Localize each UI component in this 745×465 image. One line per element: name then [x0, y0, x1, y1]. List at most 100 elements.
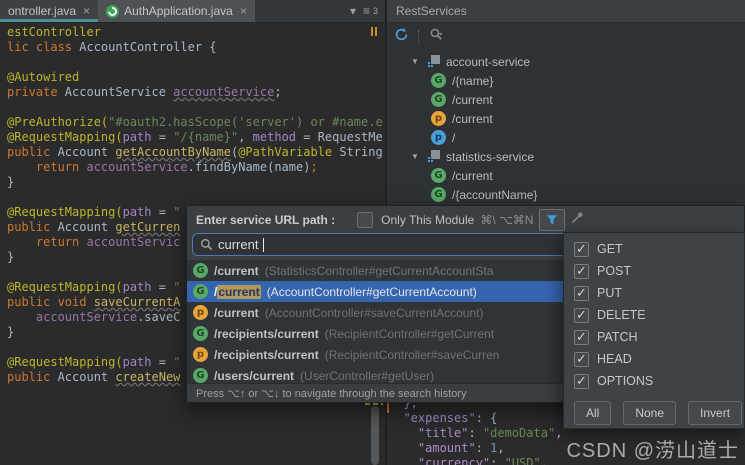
tree-item[interactable]: G/current: [387, 166, 745, 185]
code-line: @Autowired: [7, 70, 383, 85]
checkbox-icon[interactable]: ✓: [574, 329, 589, 345]
json-editor[interactable]: }, "expenses": { "title": "demoData", "a…: [389, 396, 562, 465]
code-line: "currency": "USD",: [389, 456, 562, 465]
post-method-icon: p: [431, 111, 446, 126]
get-method-icon: G: [193, 326, 208, 341]
filter-method-options[interactable]: ✓ OPTIONS: [564, 370, 744, 392]
ide-window: ontroller.java × AuthApplication.java × …: [0, 0, 745, 465]
code-line: @RequestMapping(path = "/{name}", method…: [7, 130, 383, 145]
code-token: String n: [339, 145, 383, 159]
checkbox-icon[interactable]: ✓: [574, 241, 589, 257]
tabbar-extras: ▾ ≡ 3: [350, 0, 385, 22]
code-token: path: [122, 130, 152, 144]
result-detail: (AccountController#saveCurrentAccount): [264, 305, 484, 320]
filter-method-post[interactable]: ✓ POST: [564, 260, 744, 282]
code-token: public: [7, 145, 58, 159]
tree-item[interactable]: p/current: [387, 109, 745, 128]
code-token: accountService: [86, 160, 188, 174]
filter-method-get[interactable]: ✓ GET: [564, 238, 744, 260]
code-token: ,: [497, 441, 505, 455]
result-path: /current: [214, 263, 259, 278]
tree-item[interactable]: G /{accountName}: [387, 185, 745, 204]
code-token: ": [173, 205, 181, 219]
tab-authapplication[interactable]: AuthApplication.java ×: [98, 0, 255, 22]
tab-label: ontroller.java: [8, 4, 77, 18]
checkbox-icon[interactable]: ✓: [574, 263, 589, 279]
method-filter-button[interactable]: [539, 208, 566, 231]
funnel-icon: [547, 214, 558, 224]
code-token: public: [7, 370, 58, 384]
checkbox-icon[interactable]: ✓: [574, 351, 589, 367]
chevron-expanded-icon[interactable]: ▼: [409, 152, 421, 161]
shortcut-hint: ⌘\ ⌥⌘N: [480, 212, 534, 227]
code-token: AccountService: [64, 85, 174, 99]
tab-accountcontroller[interactable]: ontroller.java ×: [0, 0, 99, 22]
search-input[interactable]: current: [192, 233, 619, 256]
checkbox-icon[interactable]: ✓: [574, 285, 589, 301]
filter-method-label: HEAD: [597, 352, 632, 366]
code-token: .saveC: [137, 310, 181, 324]
tree-item[interactable]: G/current: [387, 90, 745, 109]
code-token: ": [173, 280, 181, 294]
tabs-list-icon[interactable]: ≡: [363, 4, 370, 18]
result-detail: (UserController#getUser): [300, 368, 435, 383]
search-settings-icon[interactable]: [429, 27, 444, 47]
code-token: "currency": [389, 456, 491, 465]
tree-item-label: /current: [452, 92, 493, 107]
code-token: "amount": [389, 441, 476, 455]
hidden-tabs-count: 3: [372, 6, 378, 16]
editor-tabbar: ontroller.java × AuthApplication.java × …: [0, 0, 385, 23]
get-method-icon: G: [431, 168, 446, 183]
filter-method-label: DELETE: [597, 308, 646, 322]
filter-method-delete[interactable]: ✓ DELETE: [564, 304, 744, 326]
none-button[interactable]: None: [623, 401, 677, 425]
code-token: = RequestMeth: [303, 130, 383, 144]
code-line: "expenses": {: [389, 411, 562, 426]
close-icon[interactable]: ×: [240, 4, 247, 18]
popup-title: Enter service URL path :: [196, 212, 336, 227]
tab-label: AuthApplication.java: [124, 4, 233, 18]
code-token: .findByName(name): [187, 160, 311, 174]
refresh-icon[interactable]: [394, 27, 409, 47]
tree-item[interactable]: p /: [387, 128, 745, 147]
tree-item-label: /{name}: [452, 73, 494, 88]
filter-method-put[interactable]: ✓ PUT: [564, 282, 744, 304]
close-icon[interactable]: ×: [83, 4, 90, 18]
only-this-module-checkbox[interactable]: [357, 211, 374, 228]
tree-item[interactable]: ▼ statistics-service: [387, 147, 745, 166]
tree-item-label: /{accountName}: [452, 187, 538, 202]
filter-method-patch[interactable]: ✓ PATCH: [564, 326, 744, 348]
tree-item[interactable]: ▼ account-service: [387, 52, 745, 71]
checkbox-icon[interactable]: ✓: [574, 307, 589, 323]
post-method-icon: p: [193, 347, 208, 362]
filter-method-head[interactable]: ✓ HEAD: [564, 348, 744, 370]
magnifier-icon: [200, 238, 213, 251]
only-this-module-label: Only This Module: [381, 212, 475, 227]
code-token: =: [151, 355, 174, 369]
all-button[interactable]: All: [574, 401, 612, 425]
result-path: /recipients/current: [214, 326, 319, 341]
tree-item-label: /: [452, 130, 456, 145]
code-token: @Autowired: [7, 70, 80, 84]
get-method-icon: G: [193, 263, 208, 278]
tree-item-label: account-service: [446, 54, 531, 69]
module-icon: [427, 150, 440, 163]
invert-button[interactable]: Invert: [688, 401, 743, 425]
tabs-dropdown-icon[interactable]: ▾: [350, 4, 356, 18]
code-line: "amount": 1,: [389, 441, 562, 456]
pin-icon[interactable]: [571, 211, 584, 229]
code-token: }: [7, 325, 15, 339]
checkbox-icon[interactable]: ✓: [574, 373, 589, 389]
code-token: "#oauth2.hasScope('server') or #name.equ: [108, 115, 383, 129]
tree-item[interactable]: G /{name}: [387, 71, 745, 90]
code-line: estController: [7, 25, 383, 40]
popup-header: Enter service URL path : Only This Modul…: [187, 206, 744, 233]
chevron-expanded-icon[interactable]: ▼: [409, 57, 421, 66]
code-token: :: [490, 456, 505, 465]
code-token: public void: [7, 295, 94, 309]
editor-scrollbar[interactable]: [371, 406, 379, 465]
